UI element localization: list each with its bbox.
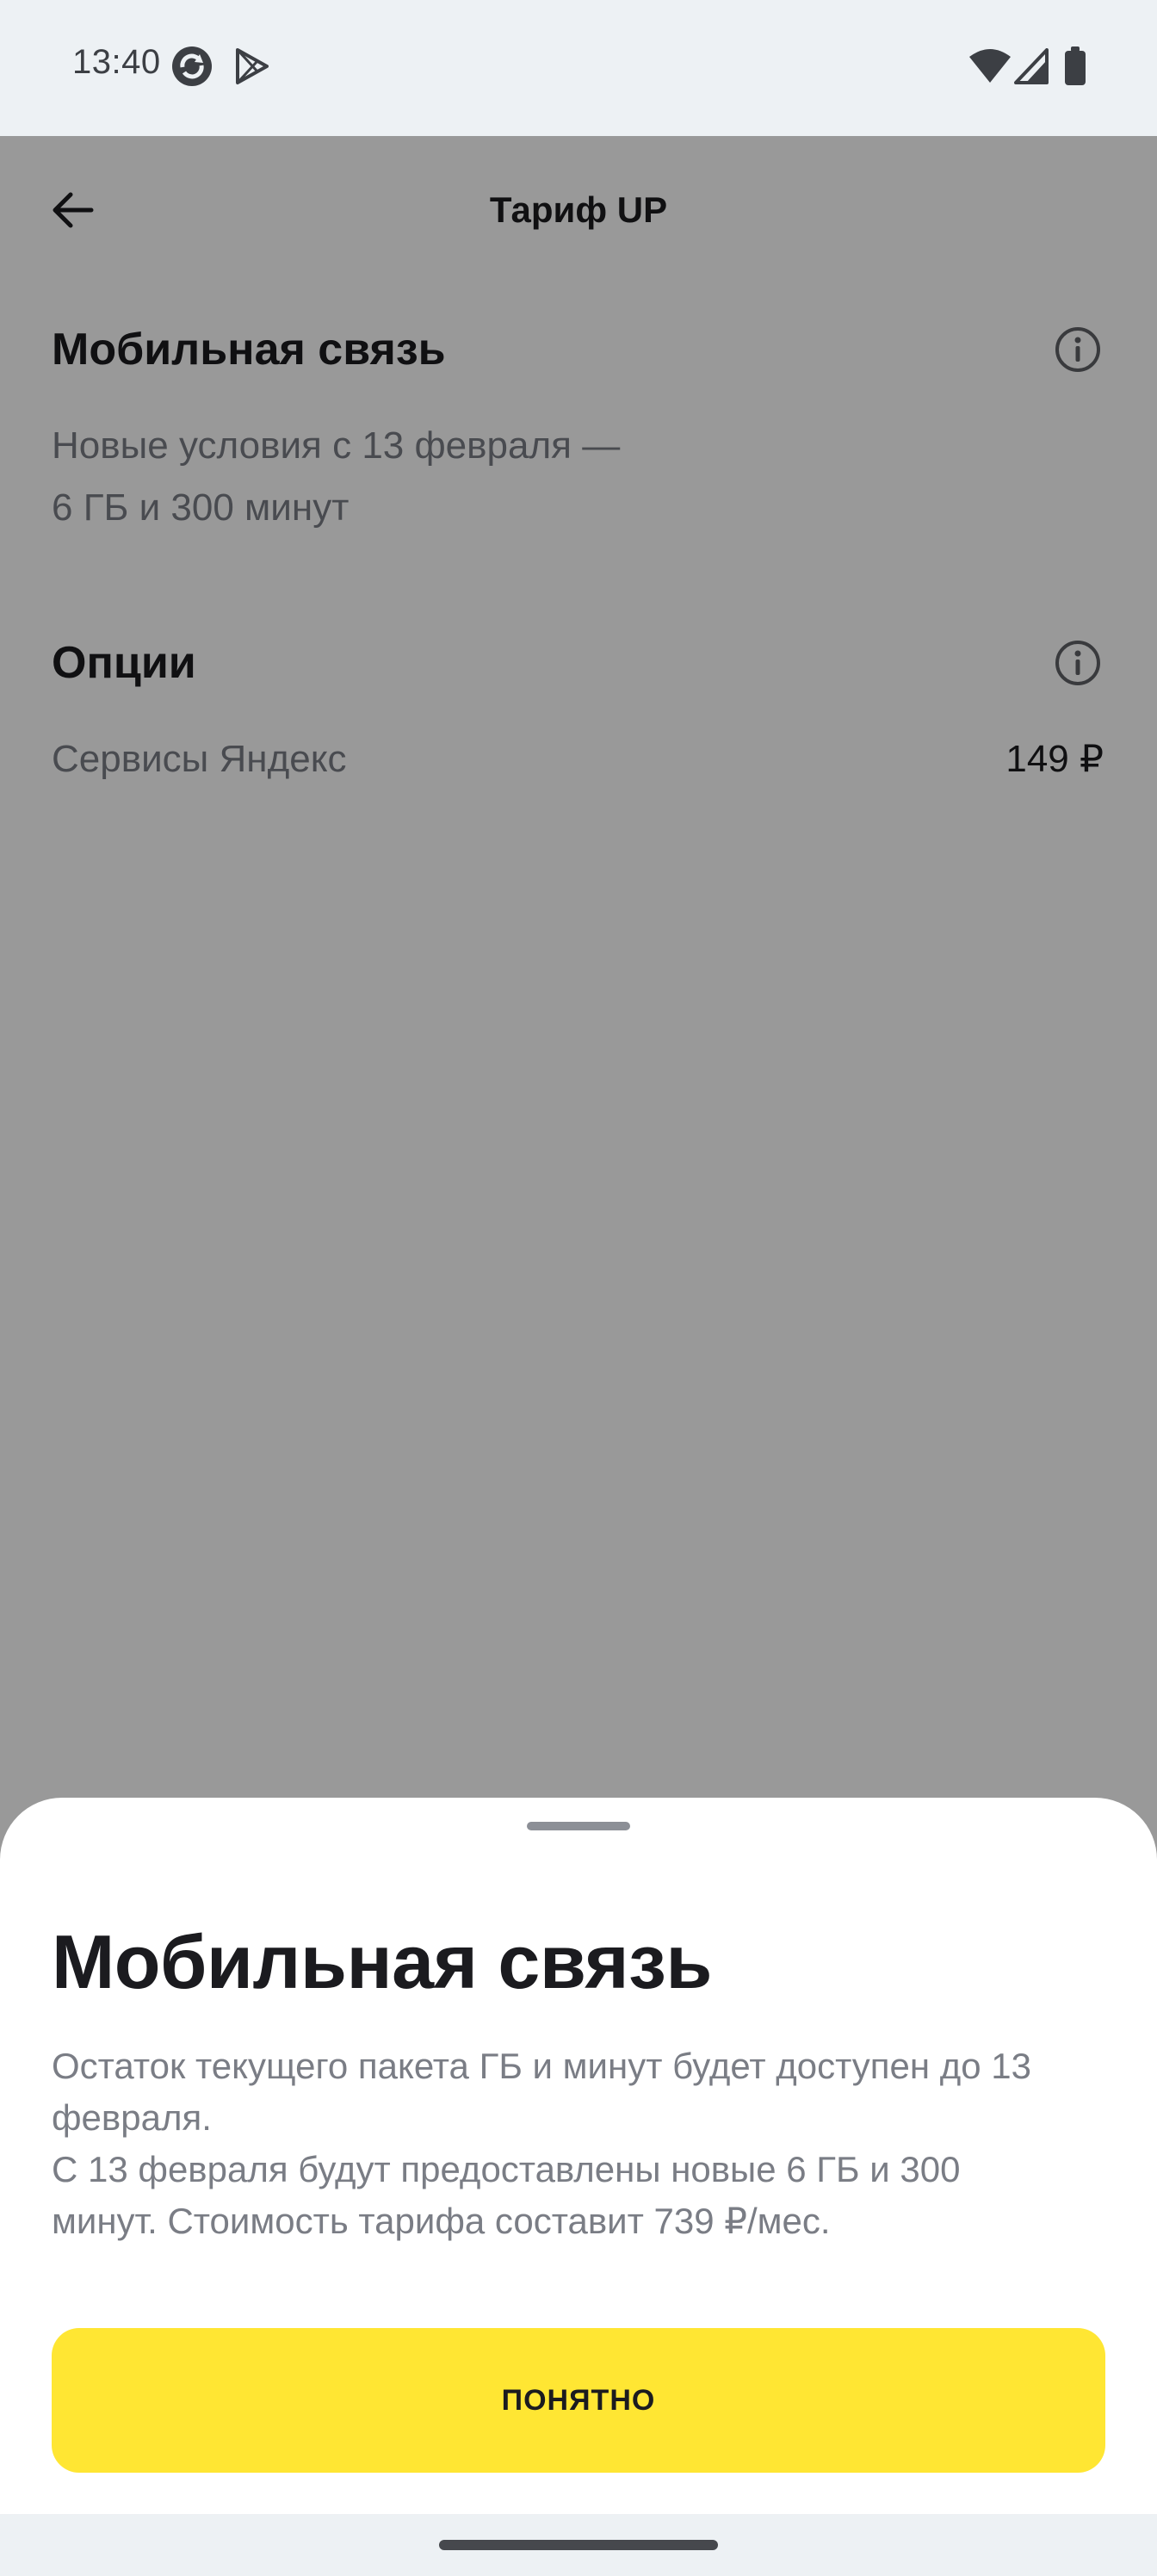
- battery-icon: [1065, 46, 1086, 85]
- sheet-description: Остаток текущего пакета ГБ и минут будет…: [52, 2040, 1111, 2247]
- sheet-title: Мобильная связь: [52, 1919, 712, 2004]
- understood-button[interactable]: ПОНЯТНО: [52, 2328, 1105, 2473]
- sheet-drag-handle[interactable]: [527, 1822, 630, 1830]
- wifi-icon: [969, 49, 1011, 83]
- play-store-icon: [236, 48, 269, 84]
- sheet-description-line: февраля.: [52, 2097, 212, 2138]
- bottom-sheet: Мобильная связь Остаток текущего пакета …: [0, 1798, 1157, 2514]
- status-time: 13:40: [72, 43, 161, 81]
- home-indicator[interactable]: [439, 2540, 718, 2550]
- sheet-description-line: С 13 февраля будут предоставлены новые 6…: [52, 2149, 961, 2189]
- status-bar: 13:40: [0, 0, 1157, 136]
- cell-signal-icon: [1014, 48, 1049, 84]
- sheet-description-line: минут. Стоимость тарифа составит 739 ₽/м…: [52, 2201, 831, 2241]
- sync-app-icon: [172, 46, 212, 86]
- sheet-description-line: Остаток текущего пакета ГБ и минут будет…: [52, 2046, 1032, 2086]
